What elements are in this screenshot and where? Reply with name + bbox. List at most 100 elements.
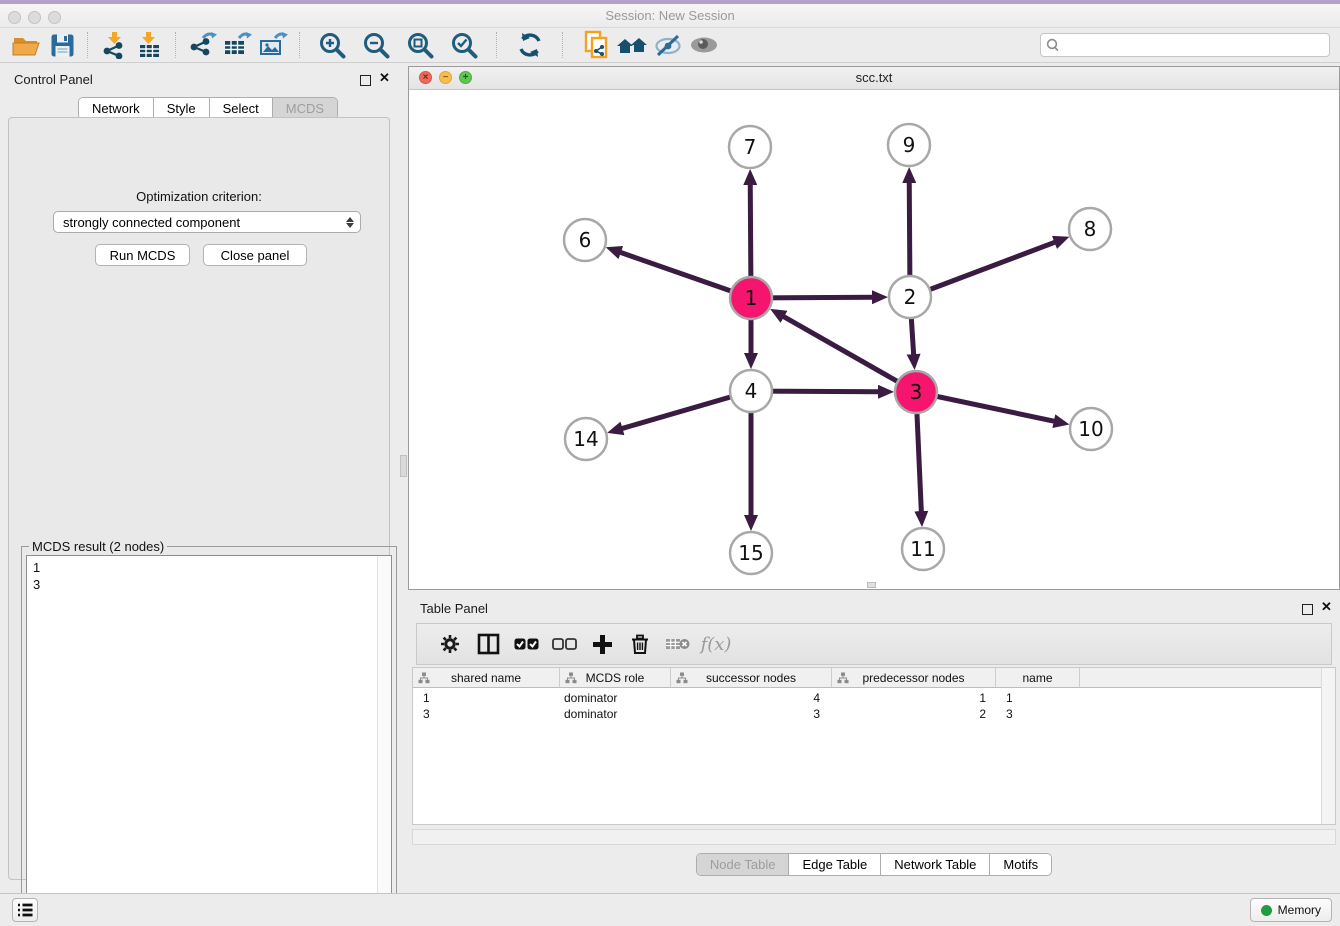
close-panel-icon[interactable]: ✕: [379, 70, 390, 86]
home-button[interactable]: [614, 30, 650, 60]
float-table-panel-icon[interactable]: [1302, 604, 1313, 615]
graph-node-3[interactable]: 3: [895, 371, 937, 413]
run-mcds-button[interactable]: Run MCDS: [95, 244, 190, 266]
export-image-button[interactable]: [256, 30, 292, 60]
cell-shared-name[interactable]: 3: [413, 706, 560, 722]
open-session-button[interactable]: [8, 30, 44, 60]
cell-MCDS-role[interactable]: dominator: [560, 690, 671, 706]
mcds-result-area[interactable]: 1 3: [26, 555, 392, 923]
network-view-title: scc.txt: [409, 70, 1339, 85]
float-panel-icon[interactable]: [360, 75, 371, 86]
close-panel-button[interactable]: Close panel: [203, 244, 307, 266]
optimization-criterion-select[interactable]: strongly connected component: [53, 211, 361, 233]
hide-details-button[interactable]: [650, 30, 686, 60]
columns-icon: [477, 633, 500, 655]
import-network-button[interactable]: [96, 30, 132, 60]
column-header-name[interactable]: name: [996, 668, 1080, 688]
mcds-result-text: 1 3: [33, 559, 40, 593]
svg-text:10: 10: [1078, 417, 1103, 441]
zoom-out-button[interactable]: [358, 30, 394, 60]
cell-shared-name[interactable]: 1: [413, 690, 560, 706]
column-header-predecessor-nodes[interactable]: predecessor nodes: [832, 668, 996, 688]
graph-node-6[interactable]: 6: [564, 219, 606, 261]
table-horizontal-scrollbar[interactable]: [412, 829, 1336, 845]
column-header-label: name: [1022, 671, 1052, 685]
toolbar-separator: [562, 32, 564, 58]
graph-node-9[interactable]: 9: [888, 124, 930, 166]
cell-MCDS-role[interactable]: dominator: [560, 706, 671, 722]
tab-select[interactable]: Select: [209, 98, 272, 119]
select-all-checkboxes-button[interactable]: [507, 629, 545, 659]
table-vertical-scrollbar[interactable]: [1321, 668, 1335, 824]
function-builder-button[interactable]: f(x): [697, 629, 735, 659]
table-row[interactable]: 1dominator411: [413, 690, 1322, 706]
cell-predecessor-nodes[interactable]: 2: [832, 706, 996, 722]
column-header-successor-nodes[interactable]: successor nodes: [671, 668, 832, 688]
deselect-all-checkboxes-button[interactable]: [545, 629, 583, 659]
column-layout-button[interactable]: [469, 629, 507, 659]
table-settings-button[interactable]: [431, 629, 469, 659]
mcds-panel: Optimization criterion: strongly connect…: [8, 117, 390, 880]
cell-successor-nodes[interactable]: 4: [671, 690, 832, 706]
delete-table-button[interactable]: [659, 629, 697, 659]
close-table-panel-icon[interactable]: ✕: [1321, 599, 1332, 615]
export-network-button[interactable]: [184, 30, 220, 60]
graph-node-15[interactable]: 15: [730, 532, 772, 574]
zoom-fit-button[interactable]: [402, 30, 438, 60]
network-graph[interactable]: 1 2 3 4 6 7 8 9 10 11 14 15: [409, 89, 1339, 589]
zoom-in-button[interactable]: [314, 30, 350, 60]
column-header-label: shared name: [451, 671, 521, 685]
search-input[interactable]: [1063, 35, 1329, 55]
column-header-label: MCDS role: [586, 671, 645, 685]
graph-node-1[interactable]: 1: [730, 277, 772, 319]
cell-name[interactable]: 3: [996, 706, 1080, 722]
column-header-shared-name[interactable]: shared name: [413, 668, 560, 688]
tab-mcds[interactable]: MCDS: [272, 98, 337, 119]
graph-node-4[interactable]: 4: [730, 370, 772, 412]
add-row-button[interactable]: [583, 629, 621, 659]
svg-text:6: 6: [579, 228, 592, 252]
graph-node-7[interactable]: 7: [729, 126, 771, 168]
refresh-button[interactable]: [512, 30, 548, 60]
save-session-button[interactable]: [44, 30, 80, 60]
column-header-MCDS-role[interactable]: MCDS role: [560, 668, 671, 688]
show-graphics-button[interactable]: [686, 30, 722, 60]
control-panel-title: Control Panel: [14, 72, 93, 87]
export-image-icon: [259, 31, 289, 59]
zoom-selected-button[interactable]: [446, 30, 482, 60]
cell-successor-nodes[interactable]: 3: [671, 706, 832, 722]
result-scrollbar[interactable]: [377, 556, 391, 922]
graph-node-14[interactable]: 14: [565, 418, 607, 460]
tab-node-table[interactable]: Node Table: [697, 854, 789, 875]
graph-edge-3-1[interactable]: [782, 316, 916, 392]
network-file-button[interactable]: [578, 30, 614, 60]
task-history-button[interactable]: [12, 898, 38, 922]
graph-node-2[interactable]: 2: [889, 276, 931, 318]
main-toolbar: [0, 28, 1340, 63]
refresh-icon: [517, 32, 543, 58]
optimization-criterion-label: Optimization criterion:: [9, 189, 389, 204]
memory-button[interactable]: Memory: [1250, 898, 1332, 922]
panel-split-handle[interactable]: [400, 455, 407, 477]
toolbar-separator: [496, 32, 498, 58]
tab-motifs[interactable]: Motifs: [989, 854, 1051, 875]
graph-node-11[interactable]: 11: [902, 528, 944, 570]
tab-style[interactable]: Style: [153, 98, 209, 119]
import-table-button[interactable]: [132, 30, 168, 60]
graph-node-8[interactable]: 8: [1069, 208, 1111, 250]
eye-icon: [689, 33, 719, 57]
view-resize-handle[interactable]: [867, 582, 876, 588]
cell-predecessor-nodes[interactable]: 1: [832, 690, 996, 706]
cell-name[interactable]: 1: [996, 690, 1080, 706]
tab-network-table[interactable]: Network Table: [880, 854, 989, 875]
network-window-titlebar[interactable]: × − + scc.txt: [409, 67, 1339, 90]
table-panel-title: Table Panel: [420, 601, 488, 616]
delete-row-button[interactable]: [621, 629, 659, 659]
table-row[interactable]: 3dominator323: [413, 706, 1322, 722]
export-table-button[interactable]: [220, 30, 256, 60]
toolbar-separator: [175, 32, 177, 58]
tab-network[interactable]: Network: [79, 98, 153, 119]
graph-node-10[interactable]: 10: [1070, 408, 1112, 450]
tab-edge-table[interactable]: Edge Table: [788, 854, 880, 875]
graph-edge-2-8[interactable]: [910, 242, 1056, 297]
